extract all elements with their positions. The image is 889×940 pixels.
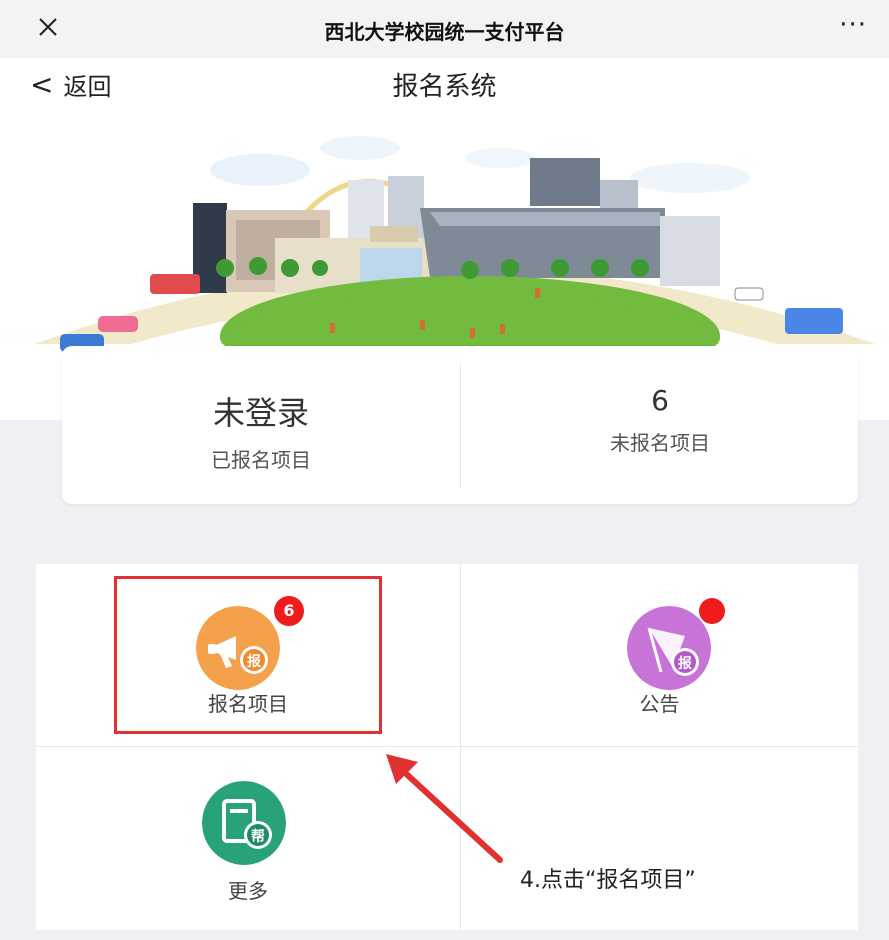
window-title: 西北大学校园统一支付平台 bbox=[324, 20, 565, 44]
nav-bar: < 返回 报名系统 bbox=[0, 58, 889, 108]
icon-glyph: 帮 bbox=[251, 828, 265, 845]
icon-glyph: 报 bbox=[678, 656, 692, 672]
more-dots-icon[interactable]: ··· bbox=[839, 10, 867, 40]
login-status-value: 未登录 bbox=[212, 394, 309, 432]
registered-projects-label: 已报名项目 bbox=[211, 448, 311, 472]
tutorial-instruction-text: 4.点击“报名项目” bbox=[520, 868, 696, 893]
stats-card: 未登录 已报名项目 6 未报名项目 bbox=[62, 346, 858, 504]
unregistered-count-value: 6 bbox=[651, 384, 669, 417]
help-book-icon: 帮 bbox=[202, 781, 286, 865]
flag-icon: 报 bbox=[627, 606, 711, 690]
announcements-button[interactable]: 报 公告 bbox=[461, 564, 858, 746]
more-button[interactable]: 帮 更多 bbox=[36, 747, 460, 930]
announcements-label: 公告 bbox=[639, 692, 680, 716]
unregistered-projects-label: 未报名项目 bbox=[610, 431, 710, 455]
page-title: 报名系统 bbox=[392, 72, 497, 102]
tutorial-highlight-box bbox=[114, 576, 382, 734]
more-label: 更多 bbox=[228, 879, 268, 903]
registered-projects-stat[interactable]: 未登录 已报名项目 bbox=[62, 346, 460, 504]
window-title-bar: 西北大学校园统一支付平台 ··· bbox=[0, 0, 889, 59]
empty-grid-cell bbox=[461, 747, 858, 930]
unregistered-projects-stat[interactable]: 6 未报名项目 bbox=[461, 346, 859, 504]
notification-dot bbox=[699, 598, 725, 624]
